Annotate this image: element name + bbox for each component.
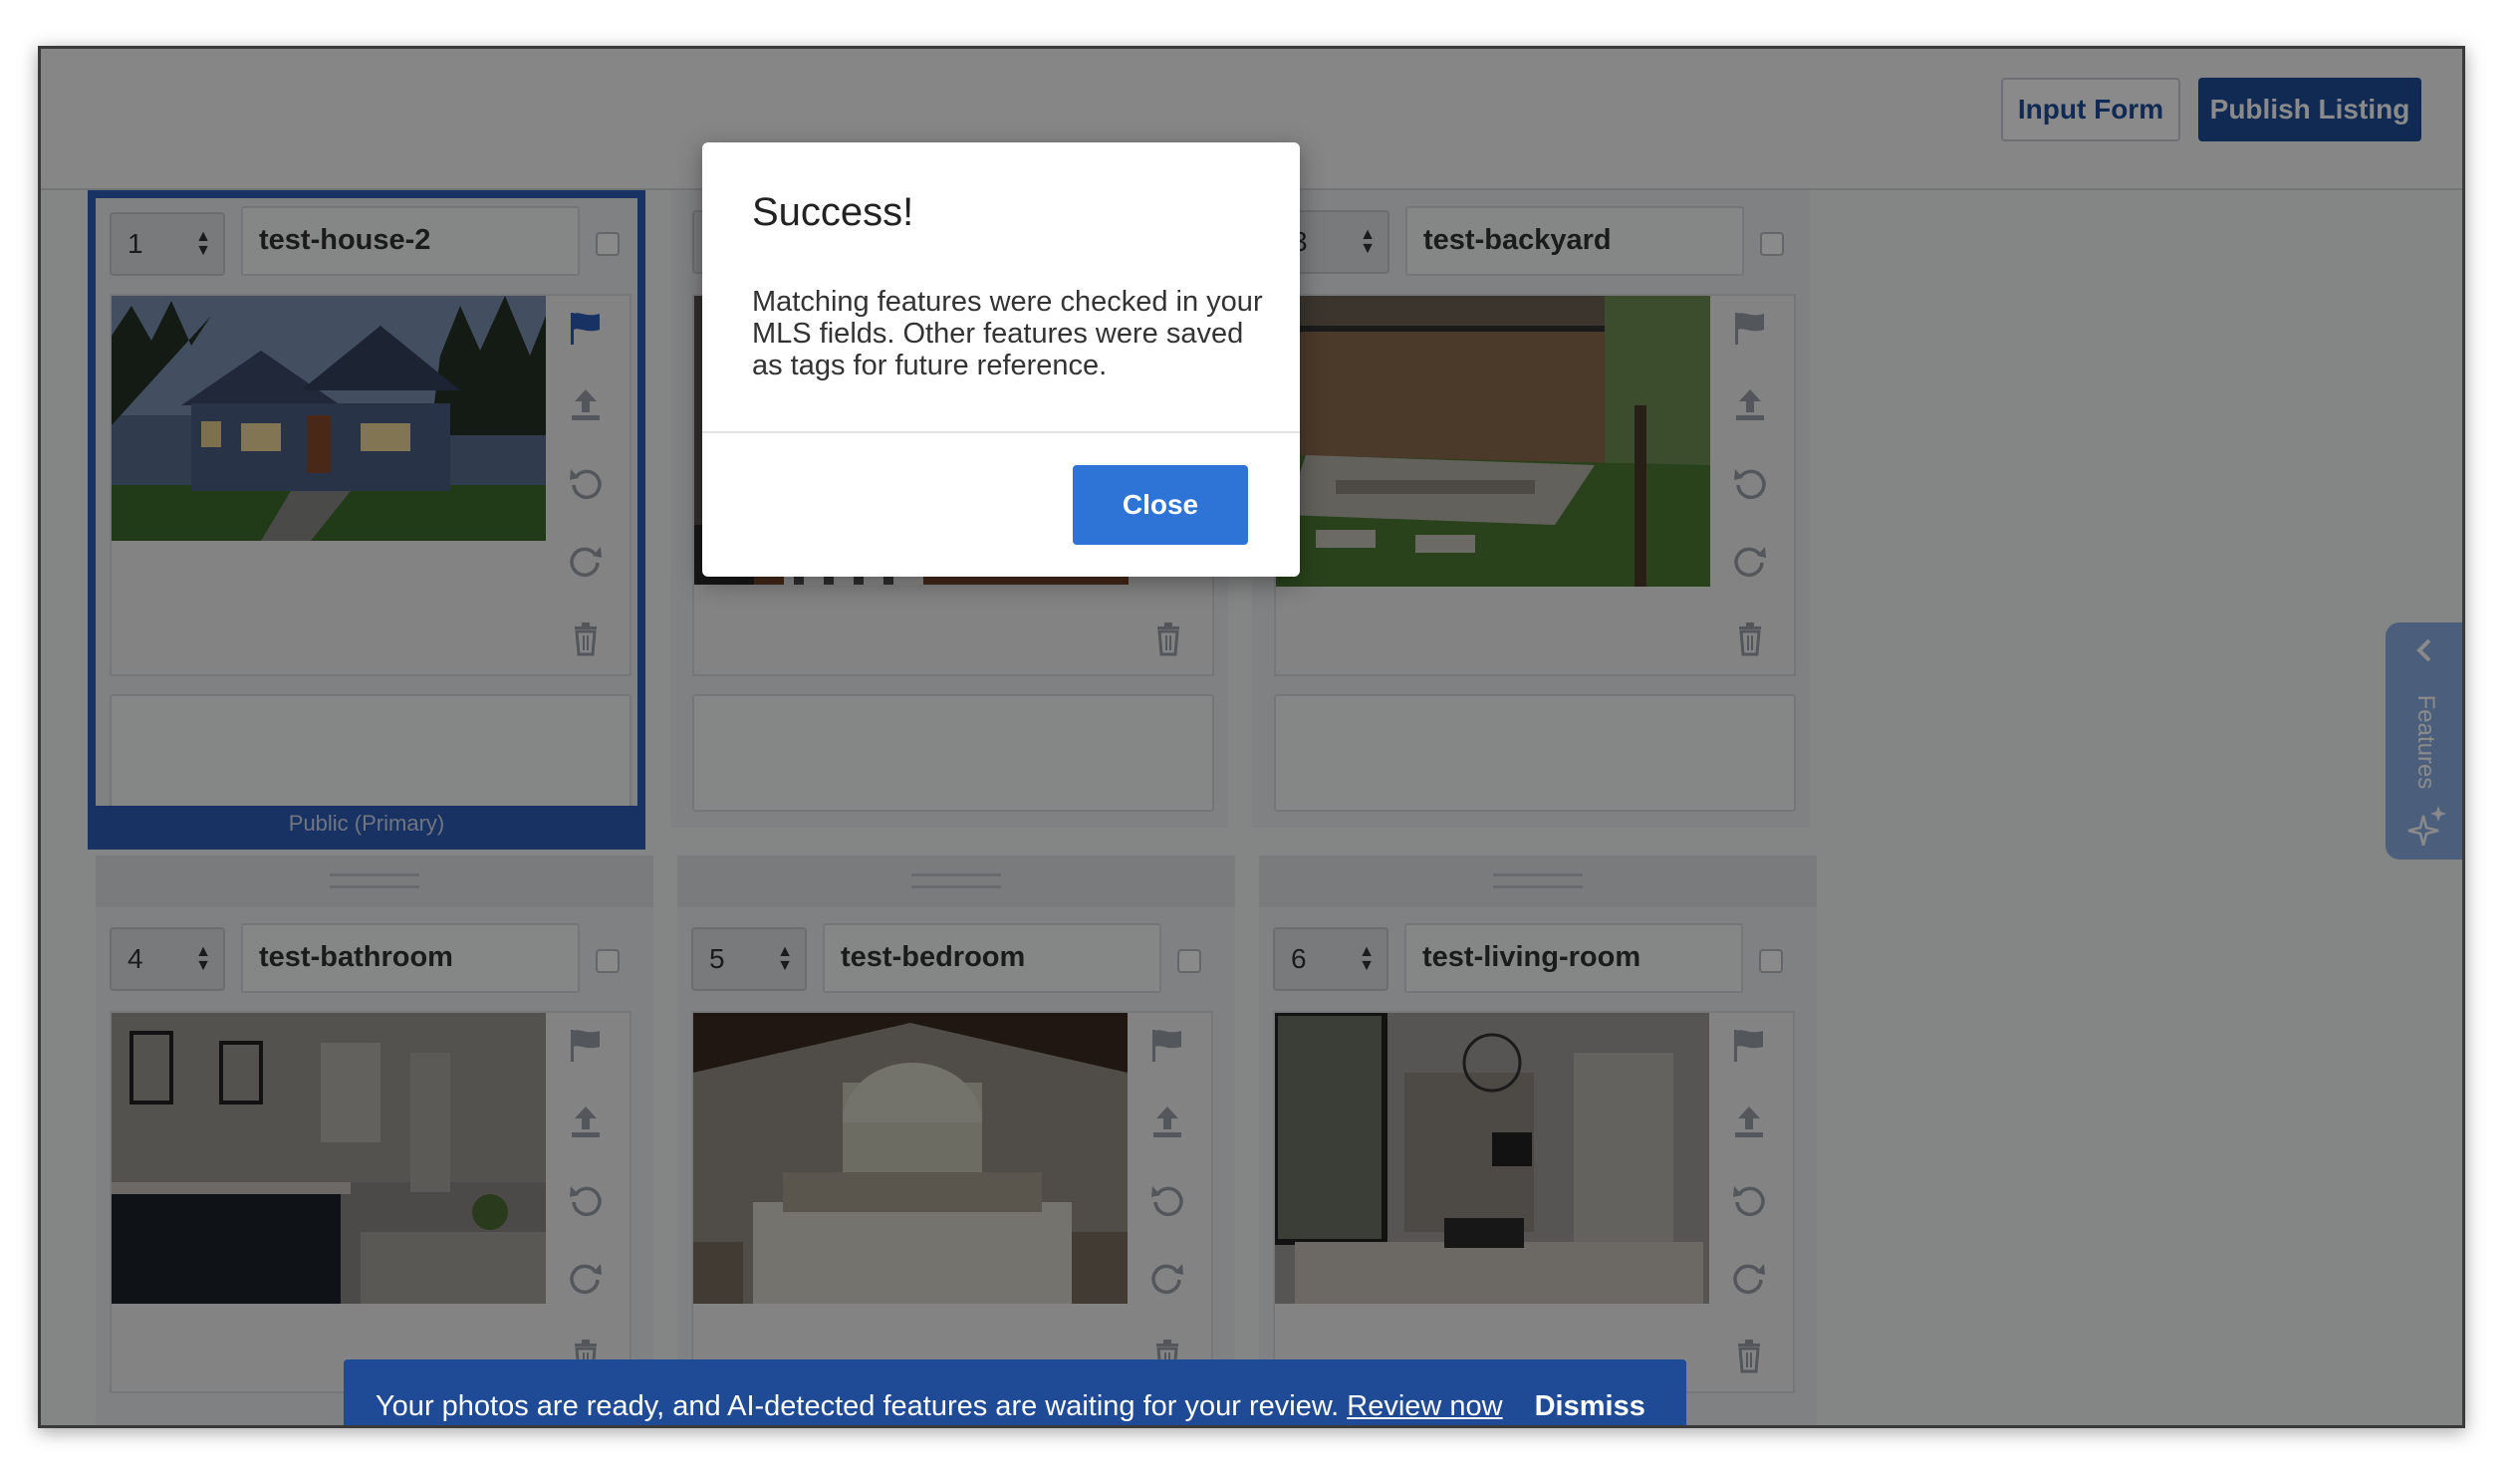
- close-button[interactable]: Close: [1073, 465, 1248, 545]
- app-window: Input Form Publish Listing 1 ▲ ▼ test-hous…: [38, 46, 2465, 1428]
- toast-message: Your photos are ready, and AI-detected f…: [376, 1389, 1340, 1422]
- dialog-message: Matching features were checked in your M…: [752, 286, 1263, 381]
- notification-toast: Your photos are ready, and AI-detected f…: [344, 1359, 1686, 1425]
- dialog-divider: [702, 431, 1300, 433]
- review-now-link[interactable]: Review now: [1347, 1390, 1502, 1423]
- dialog-title: Success!: [752, 190, 914, 234]
- success-dialog: Success! Matching features were checked …: [702, 142, 1300, 577]
- dismiss-button[interactable]: Dismiss: [1535, 1390, 1645, 1423]
